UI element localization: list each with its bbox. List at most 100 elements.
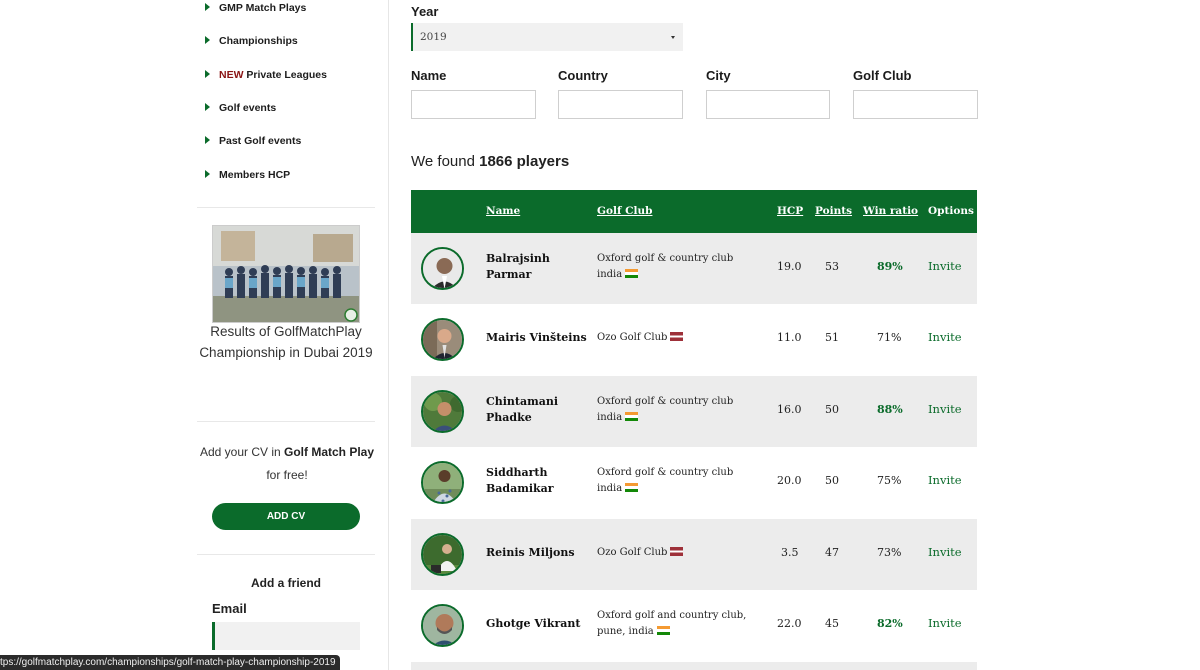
- player-points: 51: [825, 331, 839, 344]
- table-header: Name Golf Club HCP Points Win ratio Opti…: [411, 190, 977, 233]
- player-club: Ozo Golf Club: [597, 330, 757, 346]
- player-club: Oxford golf & country club india: [597, 465, 757, 497]
- cv-promo-text: Add your CV in Golf Match Play for free!: [199, 441, 375, 487]
- year-select[interactable]: 2019: [411, 23, 683, 51]
- cv-text-part: Add your CV in: [199, 445, 284, 459]
- name-filter-input[interactable]: [411, 90, 536, 119]
- cv-text-bold: Golf Match Play: [284, 445, 375, 459]
- invite-button[interactable]: Invite: [928, 259, 962, 273]
- name-filter-label: Name: [411, 68, 447, 83]
- friend-email-input[interactable]: [212, 622, 360, 650]
- player-points: 50: [825, 474, 839, 487]
- country-filter-input[interactable]: [558, 90, 683, 119]
- player-name[interactable]: Chintamani Phadke: [486, 394, 586, 426]
- player-club: Oxford golf and country club, pune, indi…: [597, 608, 757, 640]
- club-filter-label: Golf Club: [853, 68, 912, 83]
- sidebar-item-championships[interactable]: Championships: [205, 35, 298, 47]
- invite-button[interactable]: Invite: [928, 473, 962, 487]
- sidebar-item-past-golf-events[interactable]: Past Golf events: [205, 135, 301, 147]
- india-flag-icon: [625, 269, 639, 278]
- results-prefix: We found: [411, 153, 480, 170]
- player-name[interactable]: Ghotge Vikrant: [486, 616, 596, 632]
- player-win-ratio: 71%: [877, 331, 902, 344]
- player-points: 53: [825, 260, 839, 273]
- sidebar-item-gmp-match-plays[interactable]: GMP Match Plays: [205, 2, 307, 14]
- player-club: Ozo Golf Club: [597, 545, 757, 561]
- year-label: Year: [411, 4, 439, 19]
- player-win-ratio: 75%: [877, 474, 902, 487]
- player-hcp: 16.0: [777, 403, 802, 416]
- avatar[interactable]: [421, 604, 464, 647]
- player-name[interactable]: Siddharth Badamikar: [486, 465, 586, 497]
- championship-photo[interactable]: [212, 225, 360, 323]
- sidebar: GMP Match Plays Championships NEW Privat…: [185, 0, 389, 670]
- player-hcp: 20.0: [777, 474, 802, 487]
- avatar[interactable]: [421, 247, 464, 290]
- sidebar-item-label: Championships: [219, 35, 298, 47]
- avatar[interactable]: [421, 318, 464, 361]
- player-name[interactable]: Mairis Vinšteins: [486, 330, 606, 346]
- caret-right-icon: [205, 136, 210, 144]
- sidebar-item-label: Members HCP: [219, 169, 291, 181]
- table-row: Ghotge Vikrant Oxford golf and country c…: [411, 590, 977, 661]
- club-text: Oxford golf & country club india: [597, 396, 734, 423]
- add-friend-title: Add a friend: [250, 576, 321, 590]
- club-text: Ozo Golf Club: [597, 332, 668, 343]
- club-text: Oxford golf & country club india: [597, 253, 734, 280]
- caret-right-icon: [205, 170, 210, 178]
- table-row: Siddharth Badamikar Oxford golf & countr…: [411, 447, 977, 518]
- player-points: 50: [825, 403, 839, 416]
- avatar[interactable]: [421, 533, 464, 576]
- cv-text-part: for free!: [266, 468, 308, 482]
- invite-button[interactable]: Invite: [928, 330, 962, 344]
- avatar[interactable]: [421, 390, 464, 433]
- india-flag-icon: [656, 626, 670, 635]
- caret-right-icon: [205, 3, 210, 11]
- email-label: Email: [212, 601, 247, 616]
- caret-right-icon: [205, 36, 210, 44]
- new-badge: NEW: [219, 69, 244, 81]
- sidebar-item-golf-events[interactable]: Golf events: [205, 102, 277, 114]
- player-win-ratio: 89%: [877, 260, 903, 273]
- city-filter-label: City: [706, 68, 731, 83]
- player-hcp: 11.0: [777, 331, 802, 344]
- add-cv-button[interactable]: ADD CV: [212, 503, 360, 530]
- invite-button[interactable]: Invite: [928, 402, 962, 416]
- city-filter-input[interactable]: [706, 90, 830, 119]
- player-name[interactable]: Reinis Miljons: [486, 545, 596, 561]
- sidebar-item-members-hcp[interactable]: Members HCP: [205, 169, 291, 181]
- player-win-ratio: 82%: [877, 617, 903, 630]
- club-text: Ozo Golf Club: [597, 547, 668, 558]
- player-win-ratio: 73%: [877, 546, 902, 559]
- divider: [197, 207, 375, 208]
- sidebar-item-label: Private Leagues: [243, 69, 327, 81]
- player-club: Oxford golf & country club india: [597, 251, 757, 283]
- player-name[interactable]: Balrajsinh Parmar: [486, 251, 586, 283]
- player-points: 45: [825, 617, 839, 630]
- caret-right-icon: [205, 70, 210, 78]
- club-filter-input[interactable]: [853, 90, 978, 119]
- sort-by-hcp[interactable]: HCP: [777, 205, 803, 217]
- sidebar-item-private-leagues[interactable]: NEW Private Leagues: [205, 69, 327, 81]
- options-header: Options: [928, 205, 974, 217]
- sidebar-item-label: GMP Match Plays: [219, 2, 307, 14]
- sort-by-win-ratio[interactable]: Win ratio: [863, 205, 918, 217]
- caret-down-icon: [671, 36, 675, 39]
- avatar[interactable]: [421, 461, 464, 504]
- results-count: We found 1866 players: [411, 153, 569, 170]
- year-select-value: 2019: [420, 31, 447, 43]
- sort-by-points[interactable]: Points: [815, 205, 852, 217]
- invite-button[interactable]: Invite: [928, 616, 962, 630]
- promo-caption[interactable]: Results of GolfMatchPlay Championship in…: [195, 322, 377, 363]
- invite-button[interactable]: Invite: [928, 545, 962, 559]
- player-hcp: 19.0: [777, 260, 802, 273]
- caret-right-icon: [205, 103, 210, 111]
- player-win-ratio: 88%: [877, 403, 903, 416]
- table-row: Reinis Miljons Ozo Golf Club 3.5 47 73% …: [411, 519, 977, 590]
- sort-by-name[interactable]: Name: [486, 205, 520, 217]
- sidebar-item-label: Golf events: [219, 102, 277, 114]
- sort-by-golf-club[interactable]: Golf Club: [597, 205, 652, 217]
- table-row: Mairis Vinšteins Ozo Golf Club 11.0 51 7…: [411, 304, 977, 375]
- table-row: Chintamani Phadke Oxford golf & country …: [411, 376, 977, 447]
- club-text: Oxford golf and country club, pune, indi…: [597, 610, 747, 637]
